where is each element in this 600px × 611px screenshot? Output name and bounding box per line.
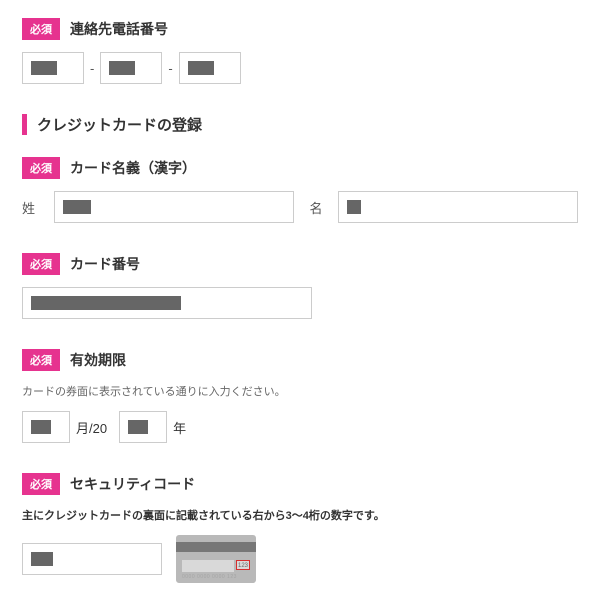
required-badge: 必須: [22, 253, 60, 275]
phone-input-3-wrap[interactable]: [179, 52, 241, 84]
security-input-wrap[interactable]: [22, 543, 162, 575]
expiry-month-wrap[interactable]: [22, 411, 70, 443]
required-badge: 必須: [22, 349, 60, 371]
card-emboss: 0000 0000 0000 123: [182, 574, 237, 580]
expiry-header: 必須 有効期限: [22, 349, 578, 371]
phone-mask-3: [188, 61, 214, 75]
sei-label: 姓: [22, 198, 42, 217]
expiry-year-wrap[interactable]: [119, 411, 167, 443]
card-number-input-row: [22, 287, 578, 319]
card-number-label: カード番号: [70, 254, 140, 274]
sei-input-wrap[interactable]: [54, 191, 294, 223]
security-label: セキュリティコード: [70, 474, 195, 494]
expiry-month-unit: 月/20: [76, 418, 107, 437]
card-back-icon: 123 0000 0000 0000 123: [176, 535, 256, 583]
expiry-input-row: 月/20 年: [22, 411, 578, 443]
phone-input-1-wrap[interactable]: [22, 52, 84, 84]
required-badge: 必須: [22, 473, 60, 495]
card-name-header: 必須 カード名義（漢字）: [22, 157, 578, 179]
phone-mask-2: [109, 61, 135, 75]
card-number-input-wrap[interactable]: [22, 287, 312, 319]
expiry-label: 有効期限: [70, 350, 126, 370]
section-title: クレジットカードの登録: [37, 117, 202, 134]
security-header: 必須 セキュリティコード: [22, 473, 578, 495]
required-badge: 必須: [22, 18, 60, 40]
expiry-year-unit: 年: [173, 418, 186, 437]
phone-input-row: - -: [22, 52, 578, 84]
required-badge: 必須: [22, 157, 60, 179]
security-field: 必須 セキュリティコード 主にクレジットカードの裏面に記載されている右から3～4…: [22, 473, 578, 583]
signature-strip: [182, 560, 234, 572]
security-helper: 主にクレジットカードの裏面に記載されている右から3～4桁の数字です。: [22, 507, 578, 523]
security-mask: [31, 552, 53, 566]
card-name-input-row: 姓 名: [22, 191, 578, 223]
expiry-month-mask: [31, 420, 51, 434]
mei-input-wrap[interactable]: [338, 191, 578, 223]
phone-dash-2: -: [168, 61, 172, 76]
phone-label: 連絡先電話番号: [70, 19, 168, 39]
card-number-mask: [31, 296, 181, 310]
sei-mask: [63, 200, 91, 214]
phone-dash-1: -: [90, 61, 94, 76]
card-name-field: 必須 カード名義（漢字） 姓 名: [22, 157, 578, 223]
cvv-highlight: 123: [236, 560, 250, 570]
phone-mask-1: [31, 61, 57, 75]
mei-label: 名: [306, 198, 326, 217]
mei-mask: [347, 200, 361, 214]
section-header: クレジットカードの登録: [22, 114, 578, 135]
magnetic-stripe: [176, 542, 256, 552]
phone-header: 必須 連絡先電話番号: [22, 18, 578, 40]
security-input-row: 123 0000 0000 0000 123: [22, 535, 578, 583]
expiry-field: 必須 有効期限 カードの券面に表示されている通りに入力ください。 月/20 年: [22, 349, 578, 443]
card-number-field: 必須 カード番号: [22, 253, 578, 319]
card-number-header: 必須 カード番号: [22, 253, 578, 275]
expiry-helper: カードの券面に表示されている通りに入力ください。: [22, 383, 578, 399]
phone-input-2-wrap[interactable]: [100, 52, 162, 84]
expiry-year-mask: [128, 420, 148, 434]
card-name-label: カード名義（漢字）: [70, 158, 196, 178]
phone-field: 必須 連絡先電話番号 - -: [22, 18, 578, 84]
